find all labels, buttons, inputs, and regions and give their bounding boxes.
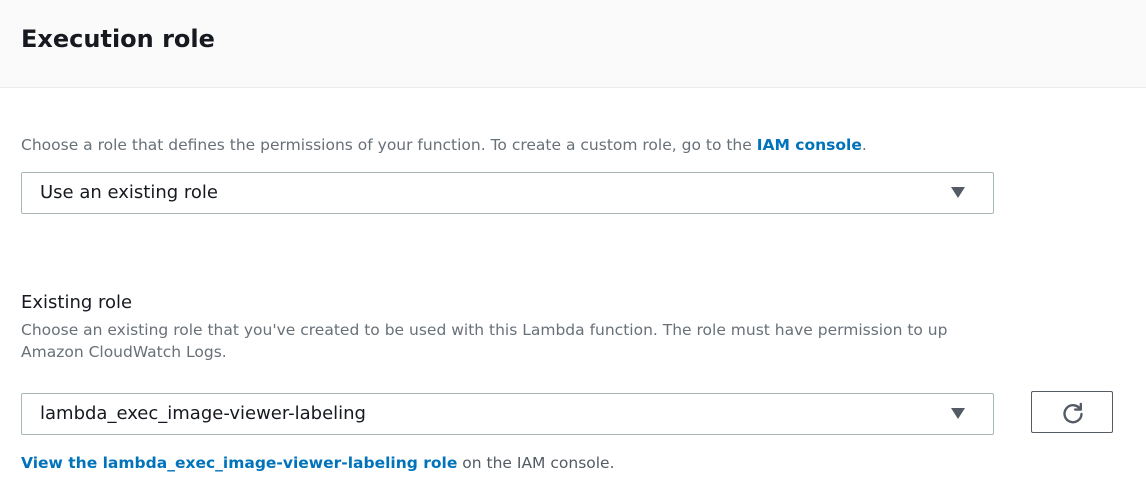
caret-down-icon bbox=[951, 408, 965, 419]
role-description-text: Choose a role that defines the permissio… bbox=[21, 136, 757, 154]
existing-role-select-value: lambda_exec_image-viewer-labeling bbox=[40, 403, 366, 424]
existing-role-description: Choose an existing role that you've crea… bbox=[21, 319, 1146, 363]
refresh-icon bbox=[1063, 402, 1083, 424]
view-role-link[interactable]: View the lambda_exec_image-viewer-labeli… bbox=[21, 454, 457, 472]
role-type-select[interactable]: Use an existing role bbox=[21, 172, 994, 214]
role-description-period: . bbox=[861, 136, 867, 154]
existing-role-label: Existing role bbox=[21, 292, 133, 313]
caret-down-icon bbox=[951, 187, 965, 198]
role-type-select-value: Use an existing role bbox=[40, 182, 219, 203]
panel-header: Execution role bbox=[0, 0, 1146, 88]
existing-role-description-line2: Amazon CloudWatch Logs. bbox=[21, 343, 227, 361]
iam-console-link[interactable]: IAM console bbox=[757, 136, 862, 154]
existing-role-select[interactable]: lambda_exec_image-viewer-labeling bbox=[21, 393, 994, 435]
existing-role-description-line1: Choose an existing role that you've crea… bbox=[21, 321, 948, 339]
view-role-line: View the lambda_exec_image-viewer-labeli… bbox=[21, 452, 615, 474]
refresh-roles-button[interactable] bbox=[1031, 391, 1113, 433]
panel-title: Execution role bbox=[21, 25, 215, 53]
view-role-suffix: on the IAM console. bbox=[457, 454, 615, 472]
role-description: Choose a role that defines the permissio… bbox=[21, 134, 867, 156]
